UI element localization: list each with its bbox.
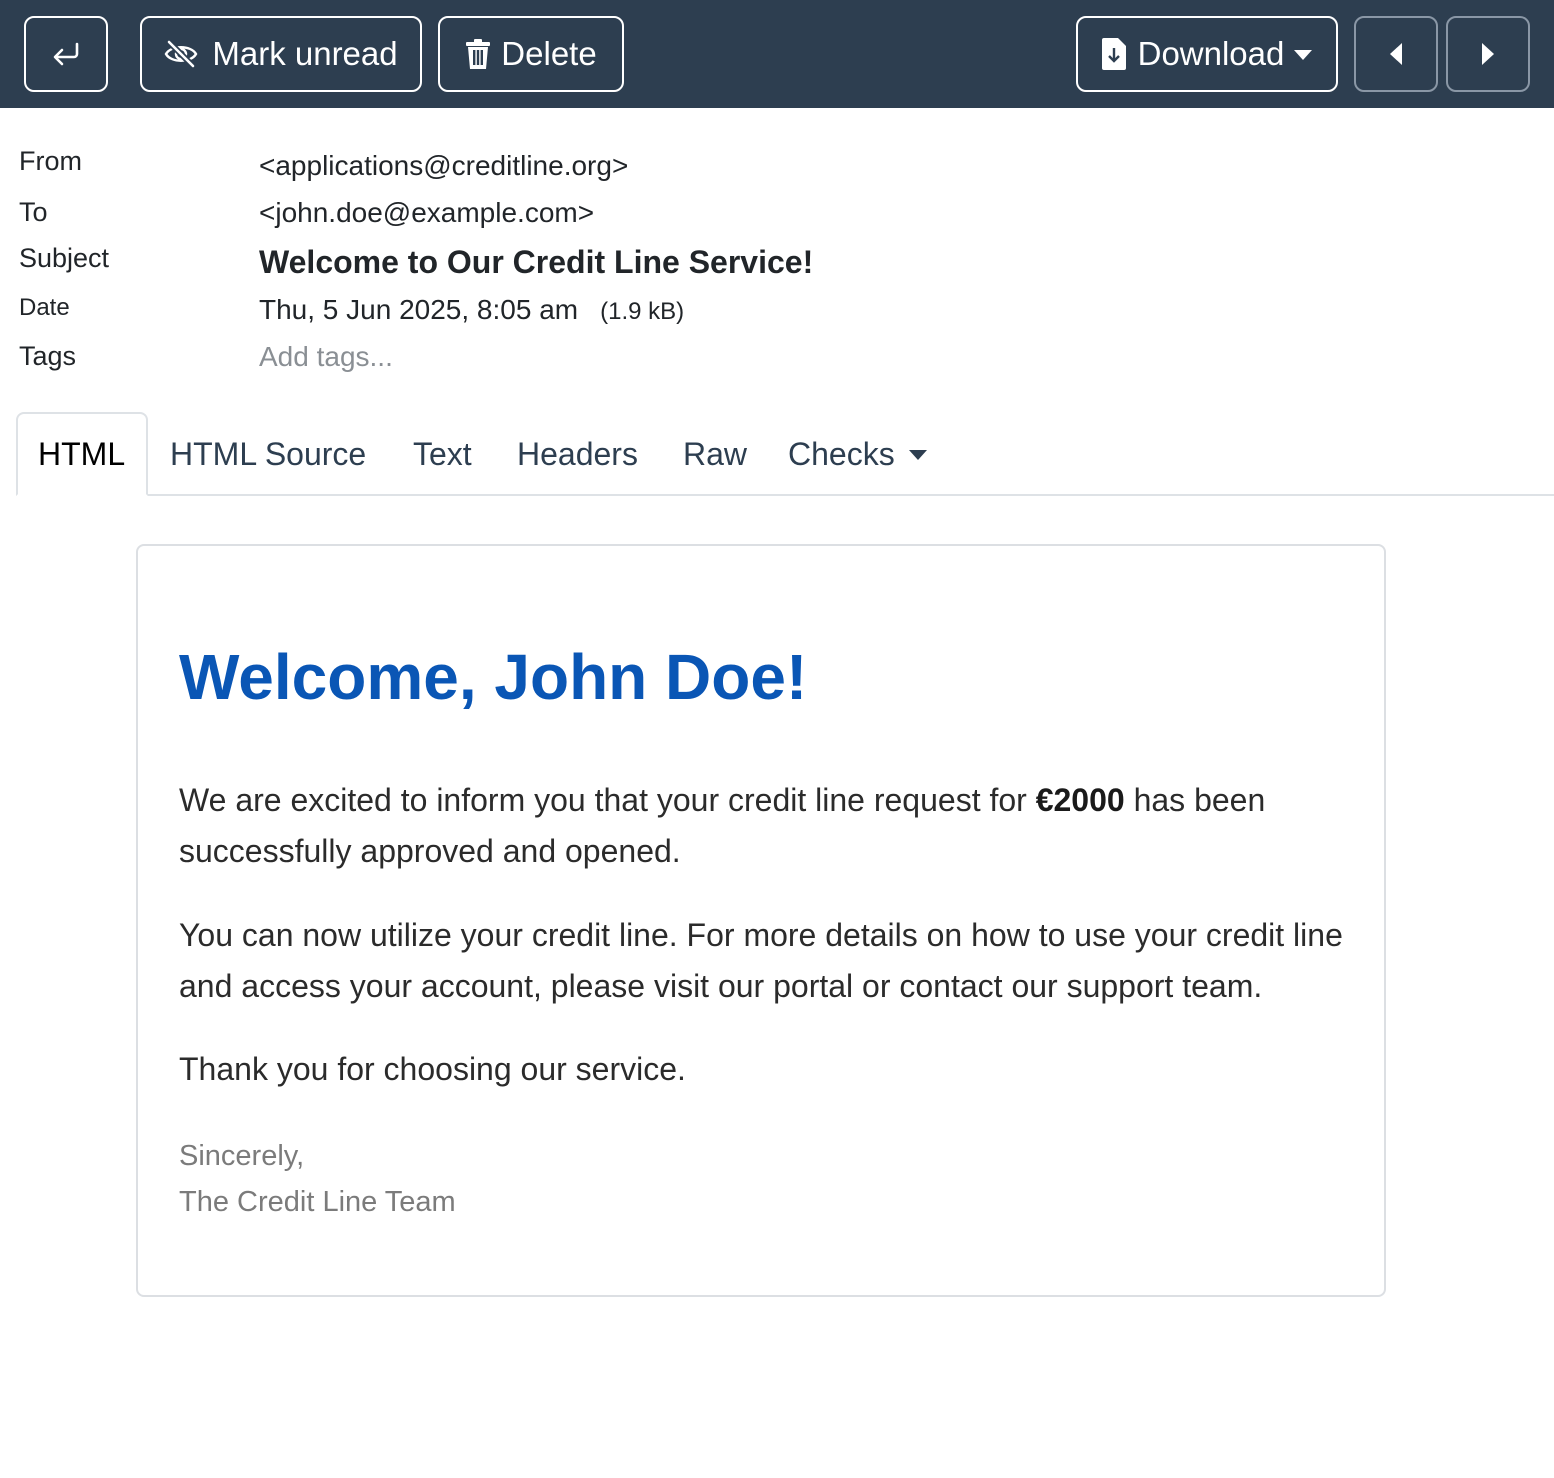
tab-html[interactable]: HTML [16, 412, 148, 496]
chevron-down-icon [908, 450, 927, 460]
tags-label: Tags [19, 341, 77, 371]
caret-right-icon [1480, 42, 1496, 66]
tab-headers-label: Headers [517, 435, 638, 472]
to-label: To [19, 197, 48, 227]
approval-paragraph: We are excited to inform you that your c… [179, 775, 1359, 877]
to-value: <john.doe@example.com> [259, 197, 595, 228]
reply-button[interactable] [24, 16, 108, 92]
reply-icon [50, 41, 82, 67]
date-value: Thu, 5 Jun 2025, 8:05 am [259, 294, 579, 325]
chevron-down-icon [1294, 50, 1313, 60]
download-label: Download [1137, 35, 1285, 72]
subject-value: Welcome to Our Credit Line Service! [259, 244, 814, 280]
signature: The Credit Line Team [179, 1186, 456, 1218]
message-size: (1.9 kB) [600, 298, 685, 325]
tab-headers[interactable]: Headers [517, 412, 638, 496]
credit-amount: €2000 [1035, 782, 1125, 818]
tab-checks-label: Checks [788, 435, 895, 472]
toolbar: Mark unread Delete Download [0, 0, 1554, 108]
date-label: Date [19, 294, 70, 321]
tab-html-source[interactable]: HTML Source [170, 412, 366, 496]
details-paragraph: You can now utilize your credit line. Fo… [179, 917, 1343, 1004]
delete-label: Delete [501, 35, 597, 72]
mark-unread-label: Mark unread [212, 35, 398, 72]
sign-off: Sincerely, [179, 1140, 305, 1172]
previous-message-button[interactable] [1354, 16, 1438, 92]
delete-button[interactable]: Delete [438, 16, 624, 92]
add-tags-input[interactable]: Add tags... [259, 341, 393, 373]
message-headers: From <applications@creditline.org> To <j… [0, 108, 1554, 408]
view-tabs: HTML HTML Source Text Headers Raw Checks [0, 412, 1554, 496]
approval-text-start: We are excited to inform you that your c… [179, 782, 1036, 818]
greeting-heading: Welcome, John Doe! [179, 641, 808, 713]
subject-label: Subject [19, 243, 110, 273]
caret-left-icon [1388, 42, 1404, 66]
tab-text-label: Text [413, 435, 472, 472]
from-value: <applications@creditline.org> [259, 150, 629, 181]
tab-raw-label: Raw [683, 435, 748, 472]
tab-checks[interactable]: Checks [788, 412, 927, 496]
eye-slash-icon [164, 40, 198, 68]
date-row: Thu, 5 Jun 2025, 8:05 am (1.9 kB) [259, 294, 684, 326]
download-dropdown-button[interactable]: Download [1076, 16, 1338, 92]
next-message-button[interactable] [1446, 16, 1530, 92]
trash-icon [465, 39, 491, 69]
thanks-paragraph: Thank you for choosing our service. [179, 1051, 686, 1087]
message-body: Welcome, John Doe! We are excited to inf… [136, 544, 1386, 1297]
file-download-icon [1101, 38, 1126, 70]
from-label: From [19, 146, 82, 176]
tab-text[interactable]: Text [413, 412, 472, 496]
tab-html-source-label: HTML Source [170, 435, 367, 472]
tab-raw[interactable]: Raw [683, 412, 747, 496]
mark-unread-button[interactable]: Mark unread [140, 16, 422, 92]
tab-html-label: HTML [38, 435, 126, 472]
